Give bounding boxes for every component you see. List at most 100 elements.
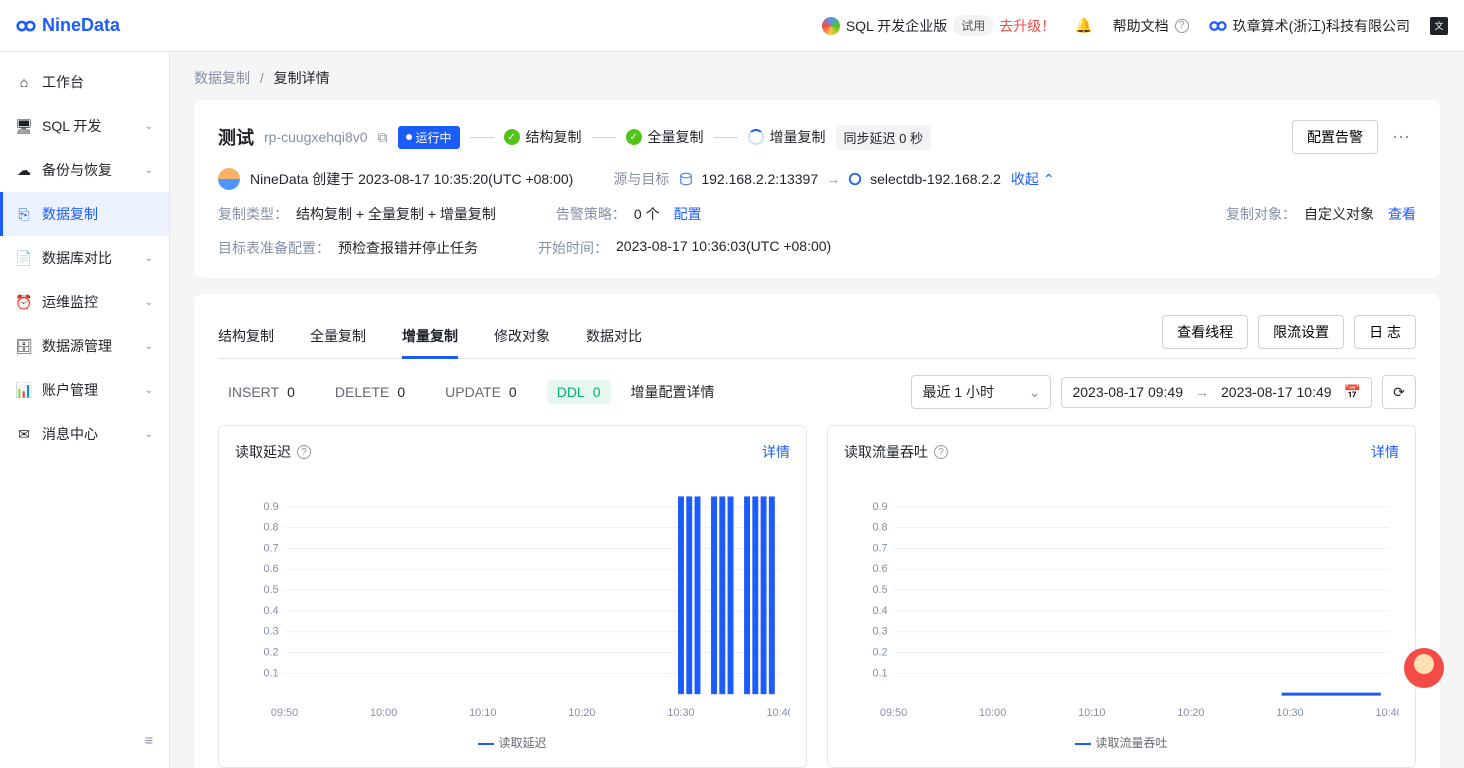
content: 数据复制 / 复制详情 测试 rp-cuugxehqi8v0 ⧉ 运行中 ✓结构… xyxy=(170,52,1464,768)
arrow-right-icon: → xyxy=(1195,384,1209,400)
svg-text:10:10: 10:10 xyxy=(469,707,496,719)
topbar: NineData SQL 开发企业版 试用 去升级！ 🔔 帮助文档 ? 玖章算术… xyxy=(0,0,1464,52)
svg-text:0.6: 0.6 xyxy=(872,563,887,575)
range-to: 2023-08-17 10:49 xyxy=(1221,384,1332,400)
breadcrumb-parent[interactable]: 数据复制 xyxy=(194,70,250,86)
sidebar-item-sql[interactable]: 🖥SQL 开发⌄ xyxy=(0,104,169,148)
stage-label: 全量复制 xyxy=(648,127,704,147)
sidebar-item-replication[interactable]: ⎘数据复制 xyxy=(0,192,169,236)
stage-struct: ✓ 结构复制 xyxy=(504,127,582,147)
copy-obj-view-link[interactable]: 查看 xyxy=(1388,204,1416,224)
svg-text:0.8: 0.8 xyxy=(263,522,278,534)
sidebar-item-message[interactable]: ✉消息中心⌄ xyxy=(0,412,169,456)
creator-text: NineData 创建于 2023-08-17 10:35:20(UTC +08… xyxy=(250,169,573,189)
throttle-button[interactable]: 限流设置 xyxy=(1258,315,1344,349)
sidebar-item-compare[interactable]: 📄数据库对比⌄ xyxy=(0,236,169,280)
delay-value: 0 秒 xyxy=(899,131,923,146)
copy-icon[interactable]: ⧉ xyxy=(378,129,388,146)
chevron-down-icon: ⌄ xyxy=(145,429,153,440)
db-src-icon xyxy=(679,172,693,186)
stat-update: UPDATE0 xyxy=(435,380,527,404)
stat-value: 0 xyxy=(287,384,295,400)
chevron-up-icon: ⌃ xyxy=(1043,171,1055,188)
org-icon xyxy=(1209,17,1227,35)
help-link[interactable]: 帮助文档 ? xyxy=(1113,16,1189,36)
upgrade-link[interactable]: 去升级！ xyxy=(999,16,1055,36)
date-range-picker[interactable]: 2023-08-17 09:49 → 2023-08-17 10:49 📅 xyxy=(1061,377,1372,408)
breadcrumb-current: 复制详情 xyxy=(274,70,330,86)
refresh-button[interactable]: ⟳ xyxy=(1382,375,1416,409)
copy-obj-value: 自定义对象 xyxy=(1304,204,1374,224)
chart-title: 读取流量吞吐 xyxy=(844,442,928,462)
logs-button[interactable]: 日 志 xyxy=(1354,315,1416,349)
svg-text:0.1: 0.1 xyxy=(872,667,887,679)
tab-struct[interactable]: 结构复制 xyxy=(218,314,274,358)
sidebar-item-ops[interactable]: ⏰运维监控⌄ xyxy=(0,280,169,324)
svg-text:10:00: 10:00 xyxy=(370,707,397,719)
chevron-down-icon: ⌄ xyxy=(145,385,153,396)
logo-icon xyxy=(16,16,36,36)
stat-label: DELETE xyxy=(335,384,389,400)
more-icon[interactable]: ⋯ xyxy=(1388,127,1416,148)
chart-detail-link[interactable]: 详情 xyxy=(1371,442,1399,462)
alert-config-link[interactable]: 配置 xyxy=(674,204,702,224)
range-from: 2023-08-17 09:49 xyxy=(1072,384,1183,400)
svg-text:0.6: 0.6 xyxy=(263,563,278,575)
refresh-icon: ⟳ xyxy=(1393,384,1405,401)
status-label: 运行中 xyxy=(416,129,452,146)
stat-insert: INSERT0 xyxy=(218,380,305,404)
lang-icon[interactable]: 文 xyxy=(1430,17,1448,35)
stage-label: 增量复制 xyxy=(770,127,826,147)
sidebar-item-workspace[interactable]: ⌂工作台 xyxy=(0,60,169,104)
sidebar-collapse[interactable]: ≡ xyxy=(0,720,169,760)
collapse-icon: ≡ xyxy=(145,732,153,748)
logo-text: NineData xyxy=(42,15,120,36)
bell-icon[interactable]: 🔔 xyxy=(1075,17,1092,34)
detail-panel: 结构复制 全量复制 增量复制 修改对象 数据对比 查看线程 限流设置 日 志 I… xyxy=(194,294,1440,768)
product-tag: SQL 开发企业版 试用 去升级！ xyxy=(822,15,1055,36)
database-icon: 🗄 xyxy=(16,338,32,354)
sidebar-item-label: SQL 开发 xyxy=(42,116,101,136)
svg-text:0.4: 0.4 xyxy=(263,605,278,617)
tgt-value: selectdb-192.168.2.2 xyxy=(870,171,1001,187)
tab-modify[interactable]: 修改对象 xyxy=(494,314,550,358)
time-range-select[interactable]: 最近 1 小时⌄ xyxy=(911,375,1051,409)
stage-incr: 增量复制 xyxy=(748,127,826,147)
alert-config-button[interactable]: 配置告警 xyxy=(1292,120,1378,154)
tab-incr[interactable]: 增量复制 xyxy=(402,314,458,358)
svg-text:10:20: 10:20 xyxy=(568,707,595,719)
collapse-link[interactable]: 收起⌃ xyxy=(1011,169,1055,189)
stat-value: 0 xyxy=(593,384,601,400)
legend-label: 读取延迟 xyxy=(498,736,546,750)
sidebar-item-datasource[interactable]: 🗄数据源管理⌄ xyxy=(0,324,169,368)
copy-type-label: 复制类型： xyxy=(218,204,288,224)
alarm-icon: ⏰ xyxy=(16,294,32,310)
threads-button[interactable]: 查看线程 xyxy=(1162,315,1248,349)
stat-delete: DELETE0 xyxy=(325,380,415,404)
org-label[interactable]: 玖章算术(浙江)科技有限公司 xyxy=(1209,16,1410,36)
sidebar-item-backup[interactable]: ☁备份与恢复⌄ xyxy=(0,148,169,192)
charts-row: 读取延迟 ? 详情 0.10.20.30.40.50.60.70.80.909:… xyxy=(218,425,1416,768)
stat-label: UPDATE xyxy=(445,384,501,400)
sidebar-item-account[interactable]: 📊账户管理⌄ xyxy=(0,368,169,412)
question-icon: ? xyxy=(1175,19,1189,33)
file-icon: 📄 xyxy=(16,250,32,266)
src-tgt-value: 192.168.2.2:13397 → selectdb-192.168.2.2 xyxy=(679,171,1001,187)
support-avatar[interactable] xyxy=(1404,648,1444,688)
tab-compare[interactable]: 数据对比 xyxy=(586,314,642,358)
incr-config-link[interactable]: 增量配置详情 xyxy=(631,382,715,402)
chart-throughput: 读取流量吞吐 ? 详情 0.10.20.30.40.50.60.70.80.90… xyxy=(827,425,1416,768)
delay-tag: 同步延迟 0 秒 xyxy=(836,125,931,150)
chart-detail-link[interactable]: 详情 xyxy=(762,442,790,462)
stage-label: 结构复制 xyxy=(526,127,582,147)
check-icon: ✓ xyxy=(504,129,520,145)
tab-full[interactable]: 全量复制 xyxy=(310,314,366,358)
sidebar-item-label: 数据源管理 xyxy=(42,336,112,356)
svg-text:0.9: 0.9 xyxy=(263,501,278,513)
info-icon[interactable]: ? xyxy=(934,445,948,459)
info-icon[interactable]: ? xyxy=(297,445,311,459)
job-id: rp-cuugxehqi8v0 xyxy=(264,129,368,145)
svg-text:10:20: 10:20 xyxy=(1177,707,1204,719)
logo[interactable]: NineData xyxy=(16,15,120,36)
breadcrumb-sep: / xyxy=(260,70,264,86)
